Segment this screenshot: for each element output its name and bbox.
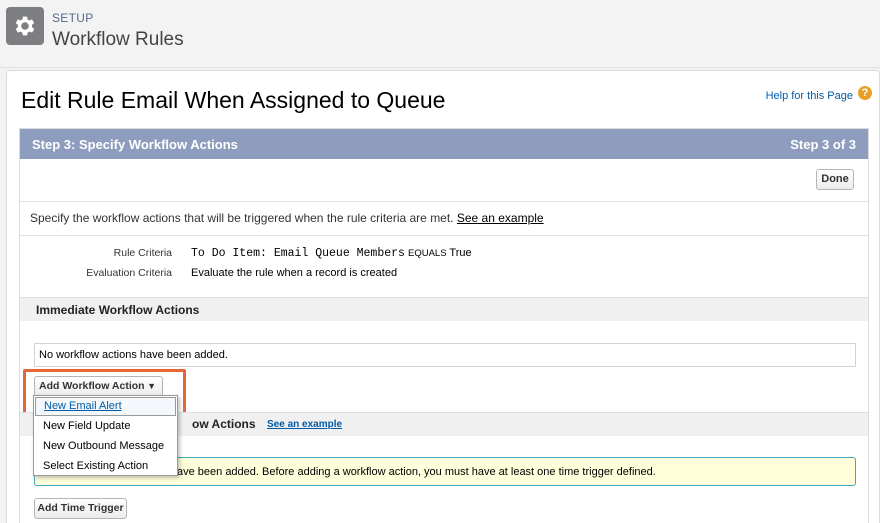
rule-criteria-field: To Do Item: Email Queue Members	[191, 247, 405, 260]
gear-icon	[6, 7, 44, 45]
rule-criteria-label: Rule Criteria	[113, 247, 172, 259]
time-triggered-actions-title: ow Actions	[192, 417, 256, 431]
divider	[20, 201, 868, 202]
menu-item-new-field-update[interactable]: New Field Update	[35, 417, 176, 436]
time-see-example-link[interactable]: See an example	[267, 419, 342, 430]
menu-item-select-existing-action[interactable]: Select Existing Action	[35, 457, 176, 476]
no-actions-message: No workflow actions have been added.	[34, 343, 856, 367]
setup-header: SETUP Workflow Rules	[0, 0, 880, 68]
step-title: Step 3: Specify Workflow Actions	[32, 137, 238, 152]
immediate-actions-header: Immediate Workflow Actions	[20, 297, 868, 321]
menu-item-new-outbound-message[interactable]: New Outbound Message	[35, 437, 176, 456]
help-link[interactable]: Help for this Page	[766, 90, 853, 102]
rule-criteria-match: True	[449, 247, 472, 259]
step-count: Step 3 of 3	[790, 137, 856, 152]
divider	[20, 235, 868, 236]
done-button[interactable]: Done	[816, 169, 854, 190]
workflow-action-menu: New Email Alert New Field Update New Out…	[33, 395, 178, 476]
evaluation-criteria-value: Evaluate the rule when a record is creat…	[191, 267, 398, 279]
evaluation-criteria-label: Evaluation Criteria	[86, 267, 172, 279]
step-description: Specify the workflow actions that will b…	[30, 211, 544, 225]
add-time-trigger-button[interactable]: Add Time Trigger	[34, 498, 127, 519]
rule-criteria-operator: EQUALS	[408, 248, 447, 259]
immediate-actions-title: Immediate Workflow Actions	[36, 303, 200, 317]
rule-criteria-value: To Do Item: Email Queue Members EQUALS T…	[191, 247, 472, 260]
setup-label: SETUP	[52, 11, 94, 25]
page-title: Edit Rule Email When Assigned to Queue	[21, 87, 446, 113]
step-description-text: Specify the workflow actions that will b…	[30, 211, 454, 225]
menu-item-new-email-alert[interactable]: New Email Alert	[35, 397, 176, 416]
step-bar: Step 3: Specify Workflow Actions Step 3 …	[20, 129, 868, 159]
setup-title: Workflow Rules	[52, 29, 184, 50]
help-icon[interactable]: ?	[858, 86, 872, 100]
see-example-link[interactable]: See an example	[457, 211, 544, 225]
time-trigger-warning-text: ave been added. Before adding a workflow…	[177, 466, 656, 478]
